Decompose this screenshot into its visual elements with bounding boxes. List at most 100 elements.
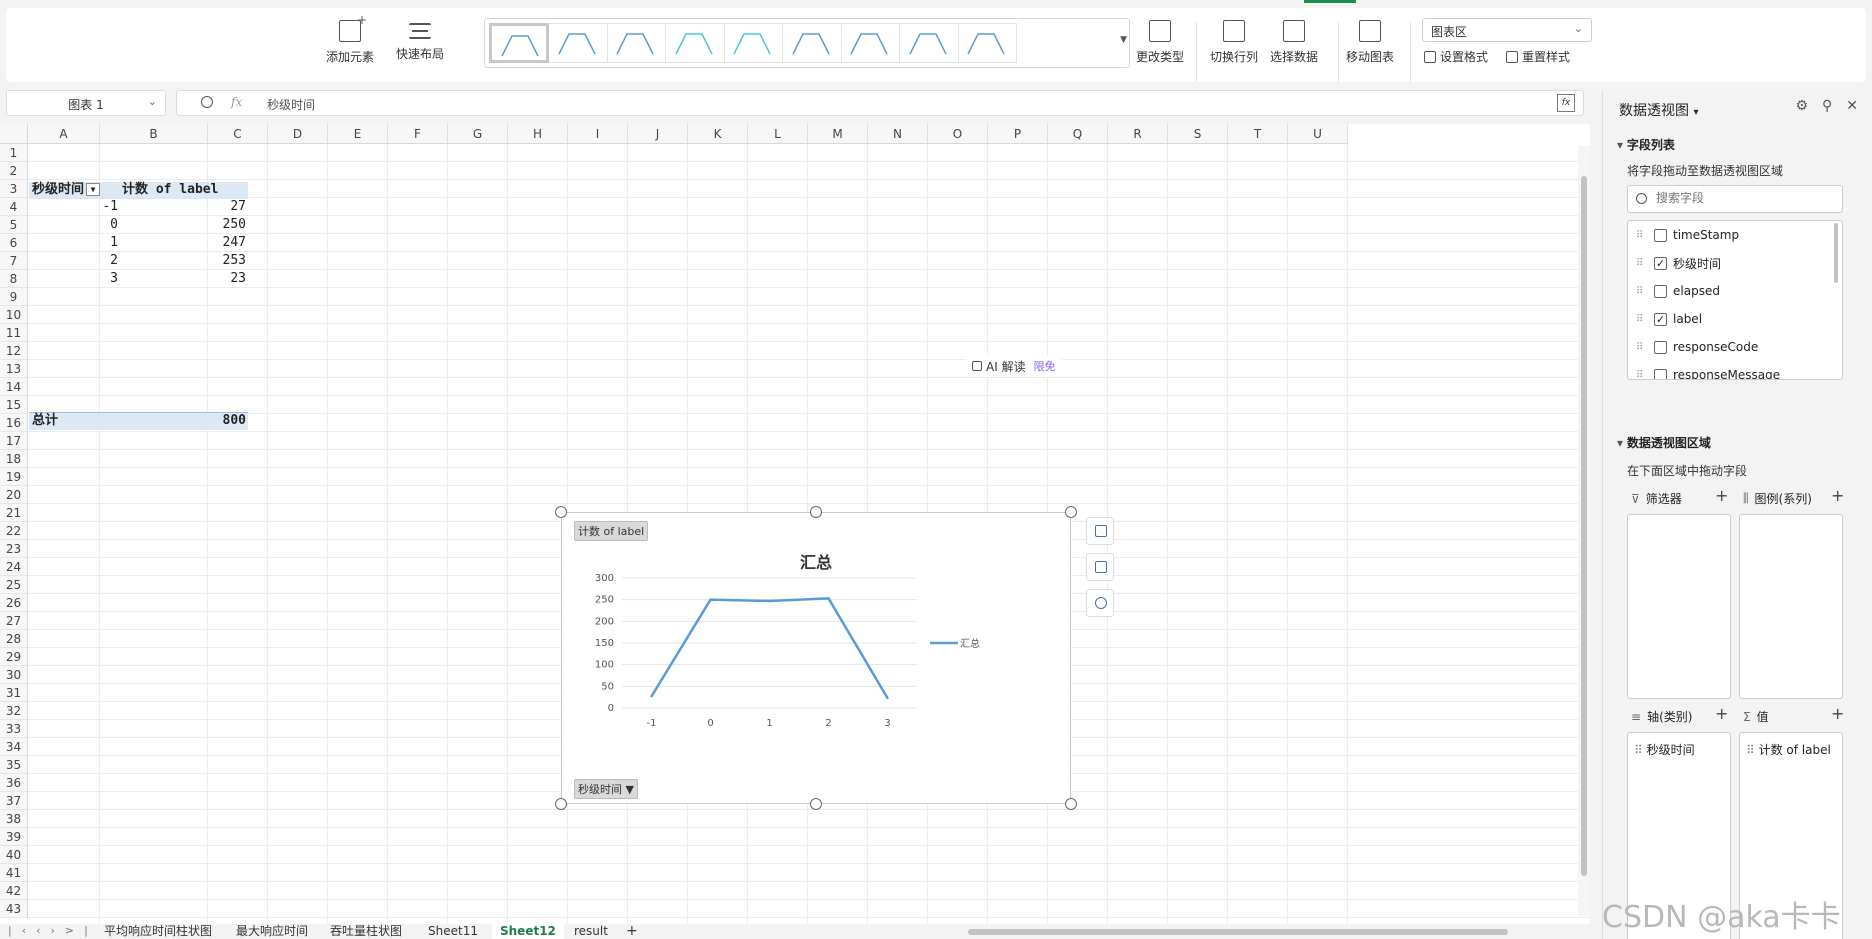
row-header[interactable]: 26	[0, 594, 28, 612]
chart-style-thumbnail[interactable]	[957, 23, 1017, 63]
resize-handle[interactable]	[1065, 798, 1077, 810]
drag-handle-icon[interactable]: ⠿	[1636, 370, 1646, 380]
row-header[interactable]: 39	[0, 828, 28, 846]
chart-style-thumbnail[interactable]	[840, 23, 900, 63]
drag-handle-icon[interactable]: ⠿	[1636, 286, 1646, 297]
field-checkbox[interactable]	[1654, 368, 1667, 379]
field-item[interactable]: ⠿ timeStamp	[1628, 221, 1842, 249]
chart-style-thumbnail[interactable]	[547, 23, 608, 63]
column-header[interactable]: N	[868, 124, 928, 144]
chart-style-thumbnail[interactable]	[489, 23, 549, 63]
row-header[interactable]: 6	[0, 234, 28, 252]
column-header[interactable]: K	[688, 124, 748, 144]
chart-style-thumbnail[interactable]	[606, 23, 666, 63]
row-header[interactable]: 20	[0, 486, 28, 504]
field-search-input[interactable]	[1656, 191, 1826, 205]
row-header[interactable]: 38	[0, 810, 28, 828]
row-header[interactable]: 18	[0, 450, 28, 468]
select-all-corner[interactable]	[0, 124, 28, 144]
column-header[interactable]: B	[100, 124, 208, 144]
row-header[interactable]: 43	[0, 900, 28, 918]
values-field-item[interactable]: 计数 of label	[1746, 741, 1831, 758]
chart-style-thumbnail[interactable]	[723, 23, 783, 63]
row-header[interactable]: 31	[0, 684, 28, 702]
chart-style-thumbnail[interactable]	[664, 23, 725, 63]
row-header[interactable]: 1	[0, 144, 28, 162]
chart-element-select[interactable]: 图表区 ⌄	[1422, 18, 1592, 42]
chart-elements-button[interactable]	[1086, 517, 1114, 545]
row-header[interactable]: 13	[0, 360, 28, 378]
sheet-nav-arrows[interactable]: |‹‹›>|	[8, 924, 98, 937]
resize-handle[interactable]	[555, 798, 567, 810]
sheet-tab[interactable]: Sheet11	[420, 924, 486, 939]
field-checkbox[interactable]	[1654, 228, 1667, 242]
row-header[interactable]: 5	[0, 216, 28, 234]
column-header[interactable]: C	[208, 124, 268, 144]
pivot-total-value[interactable]: 800	[150, 412, 246, 430]
column-header[interactable]: F	[388, 124, 448, 144]
add-axis-icon[interactable]: +	[1715, 704, 1728, 723]
row-header[interactable]: 2	[0, 162, 28, 180]
sheet-tab[interactable]: 平均响应时间柱状图	[96, 924, 220, 939]
format-settings-button[interactable]: 设置格式	[1424, 48, 1488, 65]
row-header[interactable]: 22	[0, 522, 28, 540]
formula-bar[interactable]: fx 秒级时间 fx	[176, 90, 1584, 116]
column-header[interactable]: O	[928, 124, 988, 144]
row-header[interactable]: 10	[0, 306, 28, 324]
areas-header[interactable]: 数据透视图区域	[1617, 434, 1711, 451]
column-header[interactable]: M	[808, 124, 868, 144]
column-header[interactable]: D	[268, 124, 328, 144]
row-header[interactable]: 12	[0, 342, 28, 360]
row-header[interactable]: 42	[0, 882, 28, 900]
pivot-row-value[interactable]: 23	[150, 270, 246, 288]
row-header[interactable]: 23	[0, 540, 28, 558]
switch-row-col-button[interactable]: 切换行列	[1210, 20, 1258, 65]
field-search[interactable]	[1627, 185, 1843, 213]
chart-style-thumbnail[interactable]	[898, 23, 959, 63]
row-header[interactable]: 32	[0, 702, 28, 720]
pivot-row-value[interactable]: 250	[150, 216, 246, 234]
row-header[interactable]: 29	[0, 648, 28, 666]
row-header[interactable]: 37	[0, 792, 28, 810]
row-header[interactable]: 30	[0, 666, 28, 684]
row-header[interactable]: 27	[0, 612, 28, 630]
ai-interpret-button[interactable]: AI 解读 限免	[966, 355, 1062, 377]
reset-style-button[interactable]: 重置样式	[1506, 48, 1570, 65]
chart-axis-field-button[interactable]: 秒级时间 ▼	[574, 779, 638, 799]
row-header[interactable]: 3	[0, 180, 28, 198]
change-type-button[interactable]: 更改类型	[1136, 20, 1184, 65]
chart-style-thumbnail[interactable]	[781, 23, 842, 63]
formula-value[interactable]: 秒级时间	[267, 96, 315, 113]
name-box[interactable]: 图表 1 ⌄	[6, 90, 166, 116]
column-header[interactable]: E	[328, 124, 388, 144]
vertical-scrollbar[interactable]	[1578, 146, 1590, 916]
row-header[interactable]: 4	[0, 198, 28, 216]
row-header[interactable]: 40	[0, 846, 28, 864]
filter-drop-zone[interactable]	[1627, 514, 1731, 699]
pivot-row-field-header[interactable]: 秒级时间 ▼	[32, 181, 101, 199]
resize-handle[interactable]	[810, 798, 822, 810]
column-header[interactable]: H	[508, 124, 568, 144]
drag-handle-icon[interactable]: ⠿	[1636, 342, 1646, 353]
row-header[interactable]: 8	[0, 270, 28, 288]
field-item[interactable]: ⠿ responseMessage	[1628, 361, 1842, 380]
zoom-icon[interactable]	[201, 96, 213, 108]
column-header[interactable]: J	[628, 124, 688, 144]
scrollbar-thumb[interactable]	[968, 929, 1508, 935]
drag-handle-icon[interactable]: ⠿	[1636, 314, 1646, 325]
column-header[interactable]: I	[568, 124, 628, 144]
row-header[interactable]: 14	[0, 378, 28, 396]
row-header[interactable]: 16	[0, 414, 28, 432]
row-header[interactable]: 36	[0, 774, 28, 792]
filter-dropdown-icon[interactable]: ▼	[86, 183, 101, 196]
row-header[interactable]: 35	[0, 756, 28, 774]
pivot-row-key[interactable]: 2	[30, 252, 118, 270]
column-header[interactable]: G	[448, 124, 508, 144]
insert-function-icon[interactable]: fx	[1557, 94, 1575, 112]
field-item[interactable]: ⠿ ✓ 秒级时间	[1628, 249, 1842, 277]
field-item[interactable]: ⠿ elapsed	[1628, 277, 1842, 305]
fx-icon[interactable]: fx	[231, 95, 242, 109]
sheet-tab[interactable]: Sheet12	[492, 924, 564, 939]
row-header[interactable]: 25	[0, 576, 28, 594]
pivot-row-key[interactable]: 0	[30, 216, 118, 234]
